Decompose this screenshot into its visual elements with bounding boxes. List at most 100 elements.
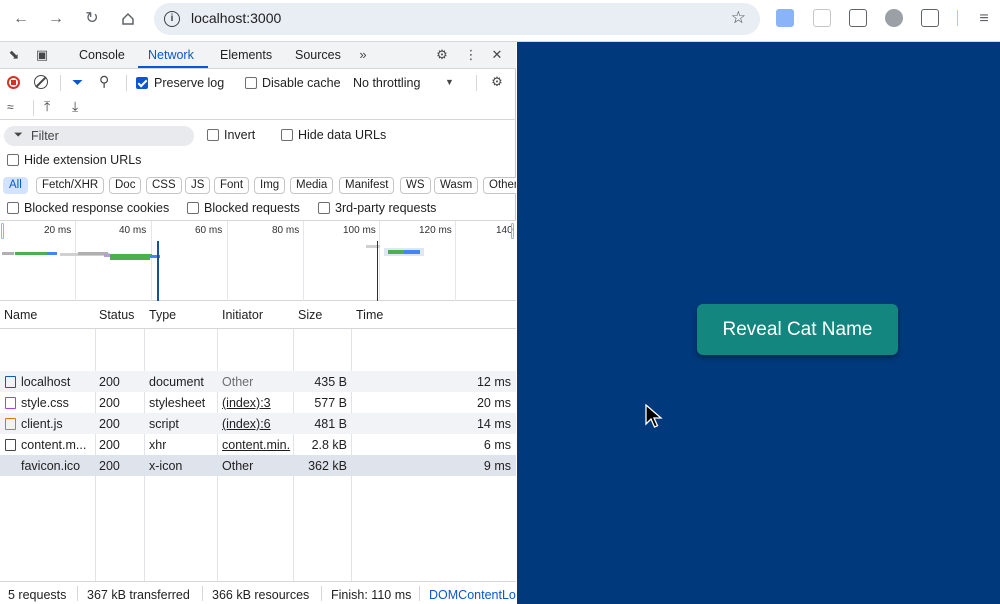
type-filter-ws[interactable]: WS bbox=[400, 177, 431, 194]
column-header-time[interactable]: Time bbox=[356, 308, 383, 322]
requests-table: Name Status Type Initiator Size Time loc… bbox=[0, 301, 516, 581]
grid-line bbox=[379, 221, 380, 301]
range-handle-left[interactable] bbox=[1, 223, 4, 239]
divider bbox=[476, 75, 477, 91]
request-size: 362 kB bbox=[308, 459, 347, 473]
network-conditions-wifi-icon[interactable]: ≈ bbox=[7, 100, 14, 114]
home-icon[interactable] bbox=[116, 7, 140, 31]
type-filter-fetch-xhr[interactable]: Fetch/XHR bbox=[36, 177, 105, 194]
grid-line bbox=[151, 221, 152, 301]
blocked-response-cookies-checkbox[interactable] bbox=[7, 202, 19, 214]
record-stop-icon[interactable] bbox=[7, 76, 20, 89]
type-filter-js[interactable]: JS bbox=[185, 177, 211, 194]
clear-icon[interactable] bbox=[34, 75, 48, 89]
close-devtools-icon[interactable]: ✕ bbox=[488, 46, 506, 64]
request-type: x-icon bbox=[149, 459, 183, 473]
table-row[interactable]: localhost 200 document Other 435 B 12 ms bbox=[0, 371, 516, 392]
table-header: Name Status Type Initiator Size Time bbox=[0, 301, 516, 329]
inspect-element-icon[interactable]: ⬊ bbox=[5, 46, 23, 64]
invert-checkbox[interactable] bbox=[207, 129, 219, 141]
network-settings-gear-icon[interactable]: ⚙ bbox=[488, 73, 506, 91]
table-row[interactable]: content.m... 200 xhr content.min. 2.8 kB… bbox=[0, 434, 516, 455]
more-options-icon[interactable]: ⋮ bbox=[462, 46, 480, 64]
column-header-size[interactable]: Size bbox=[298, 308, 322, 322]
type-filter-font[interactable]: Font bbox=[214, 177, 250, 194]
overview-bar bbox=[404, 250, 420, 254]
translate-extension-icon[interactable] bbox=[776, 9, 794, 27]
type-filter-media[interactable]: Media bbox=[290, 177, 334, 194]
forward-icon[interactable]: → bbox=[44, 7, 68, 31]
address-bar[interactable]: i localhost:3000 ☆ bbox=[154, 3, 760, 35]
request-initiator-link[interactable]: (index):6 bbox=[222, 417, 271, 431]
request-type: stylesheet bbox=[149, 396, 206, 410]
extension-icon[interactable] bbox=[813, 9, 831, 27]
request-size: 577 B bbox=[314, 396, 347, 410]
more-tabs-icon[interactable]: » bbox=[354, 46, 372, 64]
column-header-type[interactable]: Type bbox=[149, 308, 176, 322]
hide-data-urls-checkbox[interactable] bbox=[281, 129, 293, 141]
column-header-status[interactable]: Status bbox=[99, 308, 134, 322]
active-tab-indicator bbox=[138, 66, 208, 68]
request-size: 435 B bbox=[314, 375, 347, 389]
type-filter-css[interactable]: CSS bbox=[146, 177, 182, 194]
filter-input[interactable]: ⏷ Filter bbox=[4, 126, 194, 146]
site-info-icon[interactable]: i bbox=[164, 11, 180, 27]
network-overview-timeline[interactable]: 20 ms 40 ms 60 ms 80 ms 100 ms 120 ms 14… bbox=[0, 220, 516, 301]
reveal-cat-name-button[interactable]: Reveal Cat Name bbox=[697, 304, 898, 355]
hide-extension-urls-checkbox[interactable] bbox=[7, 154, 19, 166]
device-toolbar-icon[interactable]: ▣ bbox=[33, 46, 51, 64]
extension-icon[interactable] bbox=[849, 9, 867, 27]
tick-label: 100 ms bbox=[343, 225, 376, 236]
request-initiator: Other bbox=[222, 459, 254, 473]
bookmark-star-icon[interactable]: ☆ bbox=[731, 8, 746, 28]
throttling-select[interactable]: No throttling ▼ bbox=[353, 76, 458, 92]
request-type: document bbox=[149, 375, 204, 389]
network-toolbar-row-2: ≈ ⤒ ⤓ bbox=[0, 96, 516, 120]
table-row[interactable]: favicon.ico 200 x-icon Other 362 kB 9 ms bbox=[0, 455, 516, 476]
disable-cache-checkbox[interactable] bbox=[245, 77, 257, 89]
type-filter-wasm[interactable]: Wasm bbox=[434, 177, 479, 194]
request-initiator-link[interactable]: (index):3 bbox=[222, 396, 271, 410]
reload-icon[interactable]: ↻ bbox=[80, 7, 104, 31]
tab-elements[interactable]: Elements bbox=[220, 48, 272, 62]
third-party-requests-checkbox[interactable] bbox=[318, 202, 330, 214]
request-initiator-link[interactable]: content.min. bbox=[222, 438, 293, 452]
table-row[interactable]: style.css 200 stylesheet (index):3 577 B… bbox=[0, 392, 516, 413]
table-row[interactable]: client.js 200 script (index):6 481 B 14 … bbox=[0, 413, 516, 434]
export-har-download-icon[interactable]: ⤓ bbox=[72, 98, 78, 115]
devtools-tab-bar: ⬊ ▣ Console Network Elements Sources » ⚙… bbox=[0, 42, 516, 69]
settings-gear-icon[interactable]: ⚙ bbox=[433, 46, 451, 64]
grid-line bbox=[227, 221, 228, 301]
extensions-puzzle-icon[interactable] bbox=[921, 9, 939, 27]
request-size: 2.8 kB bbox=[311, 438, 347, 452]
requests-count: 5 requests bbox=[8, 588, 67, 602]
tab-sources[interactable]: Sources bbox=[295, 48, 341, 62]
import-har-upload-icon[interactable]: ⤒ bbox=[44, 98, 50, 115]
type-filter-manifest[interactable]: Manifest bbox=[339, 177, 395, 194]
type-filter-other[interactable]: Other bbox=[483, 177, 516, 194]
reading-list-icon[interactable]: ≡ bbox=[972, 7, 996, 31]
type-filter-img[interactable]: Img bbox=[254, 177, 286, 194]
overview-bar bbox=[388, 250, 404, 254]
request-time: 9 ms bbox=[483, 459, 511, 473]
request-name: style.css bbox=[21, 396, 69, 410]
search-icon[interactable]: ⚲ bbox=[99, 73, 109, 90]
load-marker bbox=[377, 241, 378, 301]
blocked-requests-checkbox[interactable] bbox=[187, 202, 199, 214]
type-filter-all[interactable]: All bbox=[3, 177, 28, 194]
preserve-log-checkbox[interactable] bbox=[136, 77, 148, 89]
type-filter-doc[interactable]: Doc bbox=[109, 177, 142, 194]
column-header-name[interactable]: Name bbox=[4, 308, 37, 322]
tab-console[interactable]: Console bbox=[79, 48, 125, 62]
request-status: 200 bbox=[99, 438, 120, 452]
tab-network[interactable]: Network bbox=[148, 48, 194, 62]
overview-bar bbox=[110, 257, 150, 260]
request-name: content.m... bbox=[21, 438, 87, 452]
column-header-initiator[interactable]: Initiator bbox=[222, 308, 263, 322]
range-handle-right[interactable] bbox=[511, 223, 514, 239]
document-file-icon bbox=[5, 376, 16, 388]
filter-funnel-icon[interactable]: ⏷ bbox=[72, 74, 83, 91]
invert-label: Invert bbox=[224, 128, 256, 142]
bug-extension-icon[interactable] bbox=[885, 9, 903, 27]
back-icon[interactable]: ← bbox=[9, 7, 33, 31]
